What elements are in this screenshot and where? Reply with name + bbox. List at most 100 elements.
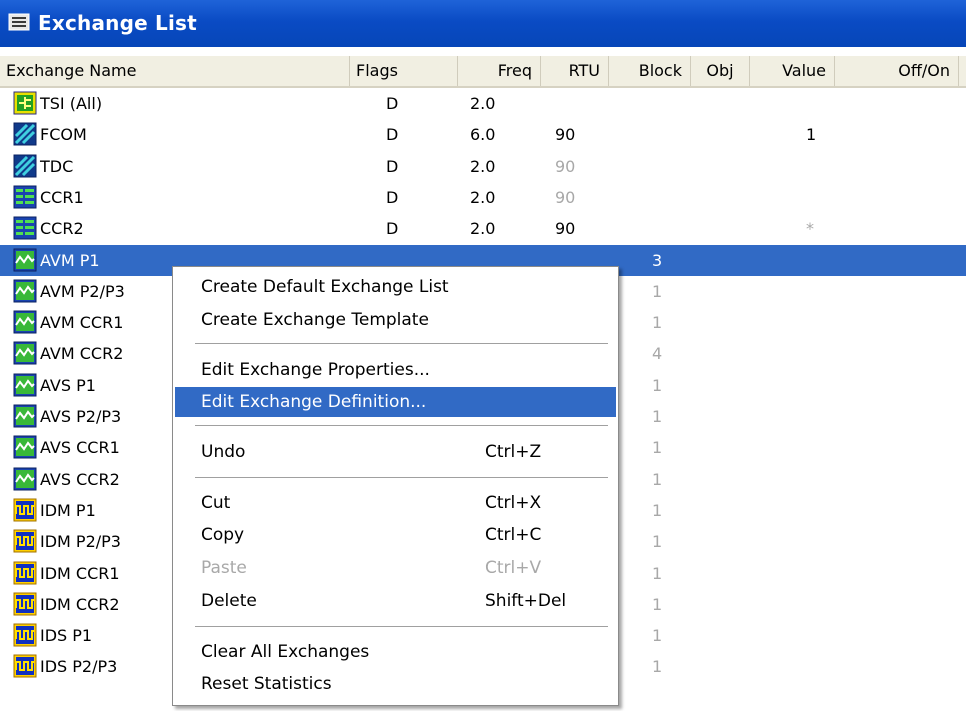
cell-freq: 2.0 [470,94,496,113]
list-window-icon [8,13,30,31]
column-flags[interactable]: Flags [350,56,458,86]
cell-exchange-name: IDM CCR1 [40,563,120,583]
cell-exchange-name: IDS P1 [40,626,93,646]
cell-freq: 2.0 [470,187,496,207]
menu-clear-all-exchanges[interactable]: Clear All Exchanges [175,637,616,667]
cell-block: 4 [652,344,663,364]
cell-flags: D [386,125,399,145]
cell-exchange-name: IDM CCR2 [40,594,120,614]
waveform-icon [13,373,37,397]
tdc-icon [13,154,37,178]
menu-separator [195,425,608,426]
menu-undo[interactable]: Undo Ctrl+Z [175,437,616,467]
table-row[interactable]: TSI (All) D 2.0 [0,88,966,119]
column-off-on[interactable]: Off/On [835,56,959,86]
cell-exchange-name: CCR1 [40,187,84,207]
tsi-icon [13,91,37,115]
column-exchange-name[interactable]: Exchange Name [0,56,350,86]
menu-create-default-exchange-list[interactable]: Create Default Exchange List [175,272,616,302]
menu-copy[interactable]: Copy Ctrl+C [175,520,616,550]
pulse-icon [13,529,37,553]
cell-flags: D [386,219,399,239]
column-block[interactable]: Block [609,56,691,86]
pulse-icon [13,498,37,522]
column-value[interactable]: Value [750,56,835,86]
cell-value: 1 [806,125,817,145]
cell-block: 1 [652,563,663,583]
cell-freq: 6.0 [470,125,496,145]
menu-separator [195,343,608,344]
cell-block: 1 [652,657,663,677]
table-row[interactable]: FCOM D 6.0 90 1 [0,119,966,150]
menu-cut[interactable]: Cut Ctrl+X [175,488,616,518]
waveform-icon [13,467,37,491]
waveform-icon [13,341,37,365]
cell-exchange-name: TDC [40,156,74,176]
window-titlebar[interactable]: Exchange List [0,0,966,47]
cell-block: 1 [652,469,663,489]
cell-rtu: 90 [555,156,576,176]
cell-exchange-name: AVM P1 [40,250,100,270]
cell-block: 1 [652,532,663,552]
column-header: Exchange Name Flags Freq RTU Block Obj V… [0,56,966,88]
cell-exchange-name: AVS CCR1 [40,438,120,458]
pulse-icon [13,592,37,616]
cell-exchange-name: AVM CCR1 [40,313,124,333]
column-rtu[interactable]: RTU [541,56,609,86]
cell-freq: 2.0 [470,219,496,239]
menu-reset-statistics[interactable]: Reset Statistics [175,669,616,699]
cell-value: * [806,219,814,239]
pulse-icon [13,654,37,678]
column-obj[interactable]: Obj [691,56,750,86]
cell-rtu: 90 [555,219,576,239]
cell-exchange-name: TSI (All) [40,94,103,113]
table-row[interactable]: TDC D 2.0 90 [0,151,966,182]
column-freq[interactable]: Freq [458,56,541,86]
cell-exchange-name: IDM P2/P3 [40,532,121,552]
cell-exchange-name: CCR2 [40,219,84,239]
ccr-icon [13,216,37,240]
waveform-icon [13,248,37,272]
cell-block: 1 [652,594,663,614]
cell-exchange-name: IDS P2/P3 [40,657,118,677]
cell-block: 1 [652,626,663,646]
cell-rtu: 90 [555,125,576,145]
waveform-icon [13,279,37,303]
cell-block: 1 [652,375,663,395]
cell-flags: D [386,156,399,176]
cell-flags: D [386,187,399,207]
cell-block: 1 [652,407,663,426]
pulse-icon [13,561,37,585]
waveform-icon [13,310,37,334]
waveform-icon [13,435,37,459]
cell-exchange-name: AVM P2/P3 [40,281,125,301]
waveform-icon [13,404,37,428]
cell-block: 1 [652,438,663,458]
cell-exchange-name: AVM CCR2 [40,344,124,364]
window-title: Exchange List [38,11,197,35]
context-menu: Create Default Exchange List Create Exch… [172,266,619,706]
cell-rtu: 90 [555,187,576,207]
menu-separator [195,477,608,478]
ccr-icon [13,185,37,209]
cell-exchange-name: FCOM [40,125,87,145]
cell-block: 1 [652,313,663,333]
cell-flags: D [386,94,399,113]
menu-delete[interactable]: Delete Shift+Del [175,586,616,616]
pulse-icon [13,623,37,647]
menu-create-exchange-template[interactable]: Create Exchange Template [175,305,616,335]
cell-exchange-name: AVS P2/P3 [40,407,122,426]
menu-separator [195,626,608,627]
cell-freq: 2.0 [470,156,496,176]
cell-exchange-name: IDM P1 [40,500,96,520]
cell-block: 1 [652,281,663,301]
menu-edit-exchange-definition[interactable]: Edit Exchange Definition... [175,387,616,417]
menu-edit-exchange-properties[interactable]: Edit Exchange Properties... [175,355,616,385]
cell-exchange-name: AVS CCR2 [40,469,120,489]
table-row[interactable]: CCR1 D 2.0 90 [0,182,966,213]
table-row[interactable]: CCR2 D 2.0 90 * [0,213,966,244]
fcom-icon [13,122,37,146]
menu-paste[interactable]: Paste Ctrl+V [175,553,616,583]
cell-block: 3 [652,250,663,270]
cell-exchange-name: AVS P1 [40,375,96,395]
